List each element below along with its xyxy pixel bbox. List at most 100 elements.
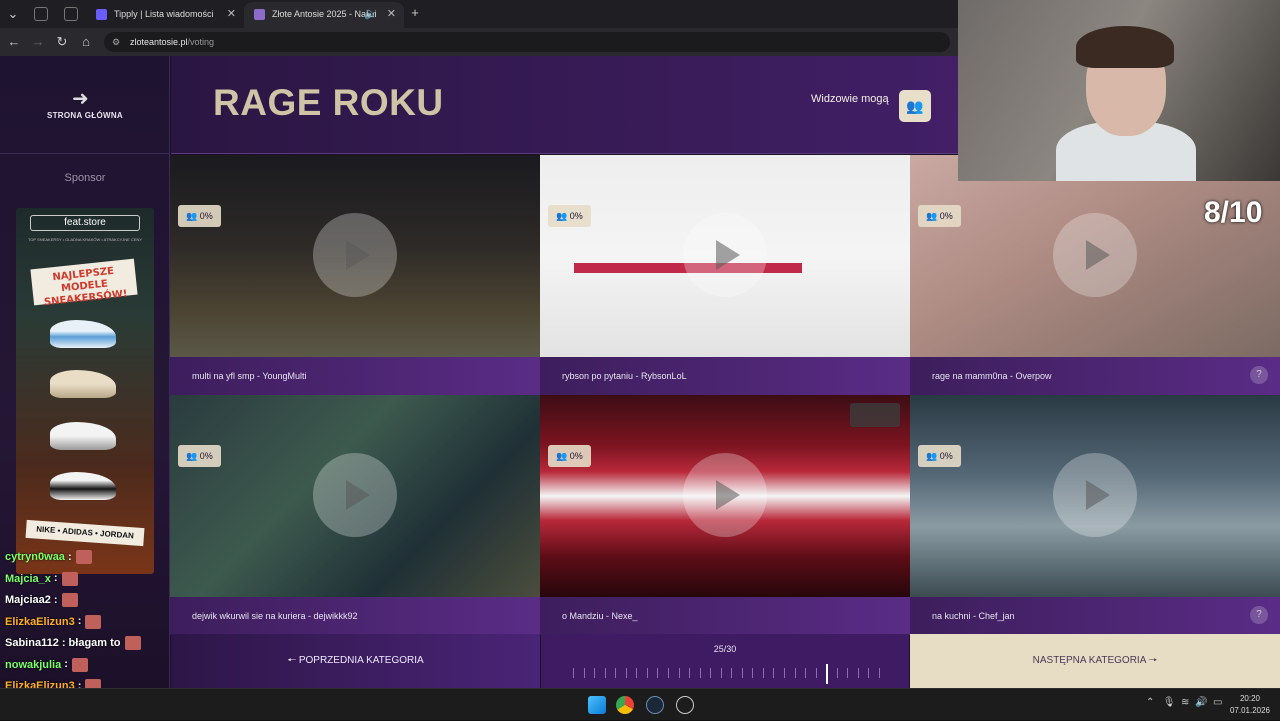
chat-text: : błagam to (61, 636, 121, 649)
clip-card[interactable]: 👥 0% rage na mamm0na - Overpow ? (910, 155, 1280, 395)
chat-username: nowakjulia (5, 658, 62, 671)
help-icon[interactable]: ? (1250, 606, 1268, 624)
windows-start-icon[interactable] (588, 696, 606, 714)
play-icon[interactable] (1053, 453, 1137, 537)
sponsor-ad[interactable]: feat.store TOP SNEAKERSY • GLADNA KRAKÓW… (16, 208, 154, 574)
steam-icon[interactable] (646, 696, 664, 714)
clip-card[interactable]: 👥 0% dejwik wkurwil sie na kuriera - dej… (170, 395, 540, 635)
clip-card[interactable]: 👥 0% rybson po pytaniu - RybsonLoL (540, 155, 910, 395)
emote-icon (85, 614, 102, 629)
browser-nav-bar: ← → ↻ ⌂ ⚙ zloteantosie.pl/voting (0, 28, 958, 56)
address-bar[interactable]: ⚙ zloteantosie.pl/voting (104, 32, 950, 52)
progress-tick (858, 668, 859, 678)
vote-percent: 0% (199, 211, 213, 221)
vote-percent-badge: 👥 0% (918, 205, 961, 227)
chat-text: : (67, 550, 72, 563)
progress-tick (816, 668, 817, 678)
home-label: STRONA GŁÓWNA (46, 111, 124, 120)
chat-username: cytryn0waa (5, 550, 65, 563)
progress-tick (615, 668, 616, 678)
clip-caption: rybson po pytaniu - RybsonLoL (540, 357, 910, 395)
app-icon[interactable] (676, 696, 694, 714)
progress-tick (795, 668, 796, 678)
chat-text: : (53, 572, 58, 585)
clip-caption: multi na yfl smp - YoungMulti (170, 357, 540, 395)
progress-tick (805, 668, 806, 678)
pinned-tab-icon[interactable] (34, 7, 48, 21)
play-icon[interactable] (313, 213, 397, 297)
speaker-icon[interactable]: 🔈 (364, 2, 378, 26)
ad-brands: NIKE • ADIDAS • JORDAN (25, 519, 145, 547)
chat-username: Majciaa2 (5, 593, 51, 606)
clip-caption: dejwik wkurwil sie na kuriera - dejwikkk… (170, 597, 540, 635)
back-arrow-icon: ➜ (72, 88, 89, 110)
chevron-up-icon[interactable]: ⌃ (1146, 697, 1154, 708)
progress-tick (742, 668, 743, 678)
tab-zlote-antosie[interactable]: Złote Antosie 2025 - Najwi 🔈 ✕ (244, 2, 404, 28)
progress-tick (647, 668, 648, 678)
progress-tick (731, 668, 732, 678)
chrome-icon[interactable] (616, 696, 634, 714)
category-title: RAGE ROKU (213, 82, 444, 123)
arrow-right-icon: 🠖 (1145, 655, 1158, 666)
sneaker-image (50, 320, 116, 348)
play-icon[interactable] (1053, 213, 1137, 297)
chat-message: Majcia_x: (5, 571, 78, 592)
play-icon[interactable] (683, 453, 767, 537)
microphone-icon[interactable]: 🎙 (1163, 697, 1176, 708)
battery-icon[interactable]: ▭ (1213, 697, 1222, 708)
progress-ticks (573, 664, 880, 684)
clip-caption: o Mandziu - Nexe_ (540, 597, 910, 635)
progress-tick (752, 668, 753, 678)
webcam-person (1076, 26, 1174, 68)
pinned-tab-icon[interactable] (64, 7, 78, 21)
progress-tick (594, 668, 595, 678)
previous-category-button[interactable]: 🠔 POPRZEDNIA KATEGORIA (171, 634, 540, 688)
clip-card[interactable]: 👥 0% o Mandziu - Nexe_ (540, 395, 910, 635)
new-tab-button[interactable]: + (406, 4, 424, 22)
chat-message: Majciaa2: (5, 593, 78, 613)
vote-percent: 0% (569, 451, 583, 461)
ad-promo: NAJLEPSZE MODELE SNEAKERSÓW! (30, 258, 138, 308)
progress-tick (710, 668, 711, 678)
close-tab-icon[interactable]: ✕ (387, 2, 396, 26)
next-category-button[interactable]: NASTĘPNA KATEGORIA 🠖 (910, 634, 1280, 688)
play-icon[interactable] (313, 453, 397, 537)
tab-list-icon[interactable]: ⌄ (4, 5, 22, 23)
sneaker-image (50, 370, 116, 398)
vote-percent-badge: 👥 0% (548, 205, 591, 227)
progress-tick (721, 668, 722, 678)
tab-title: Tipply | Lista wiadomości (114, 9, 214, 19)
taskbar-clock[interactable]: 20:20 07.01.2026 (1222, 693, 1278, 717)
tab-tipply[interactable]: Tipply | Lista wiadomości ✕ (86, 2, 244, 28)
home-link[interactable]: ➜ STRONA GŁÓWNA (0, 56, 170, 154)
volume-icon[interactable]: 🔊 (1195, 697, 1207, 708)
site-info-icon[interactable]: ⚙ (112, 32, 120, 52)
ad-brand: feat.store (30, 215, 140, 231)
progress-tick (657, 668, 658, 678)
close-tab-icon[interactable]: ✕ (227, 2, 236, 26)
clip-card[interactable]: 👥 0% na kuchni - Chef_jan ? (910, 395, 1280, 635)
taskbar: ⌃ 🎙 ≋ 🔊 ▭ 20:20 07.01.2026 (0, 688, 1280, 720)
progress-current-tick (826, 664, 828, 684)
help-icon[interactable]: ? (1250, 366, 1268, 384)
play-icon[interactable] (683, 213, 767, 297)
users-icon: 👥 (186, 451, 200, 461)
viewers-toggle-button[interactable]: 👥 (899, 90, 931, 122)
wifi-icon[interactable]: ≋ (1181, 697, 1189, 708)
forward-arrow-icon[interactable]: → (29, 33, 47, 51)
url-path: /voting (187, 37, 215, 47)
vote-percent-badge: 👥 0% (178, 205, 221, 227)
reload-icon[interactable]: ↻ (53, 33, 71, 51)
chat-message: Sabina112: błagam to (5, 636, 141, 656)
emote-icon (61, 593, 78, 607)
home-icon[interactable]: ⌂ (77, 33, 95, 51)
emote-icon (61, 571, 78, 586)
system-tray[interactable]: ⌃ 🎙 ≋ 🔊 ▭ (1146, 697, 1222, 708)
visibility-text: Widzowie mogą (811, 93, 889, 105)
back-arrow-icon[interactable]: ← (5, 33, 23, 51)
clip-card[interactable]: 👥 0% multi na yfl smp - YoungMulti (170, 155, 540, 395)
chat-username: Sabina112 (5, 636, 59, 649)
progress-tick (584, 668, 585, 678)
progress-tick (763, 668, 764, 678)
